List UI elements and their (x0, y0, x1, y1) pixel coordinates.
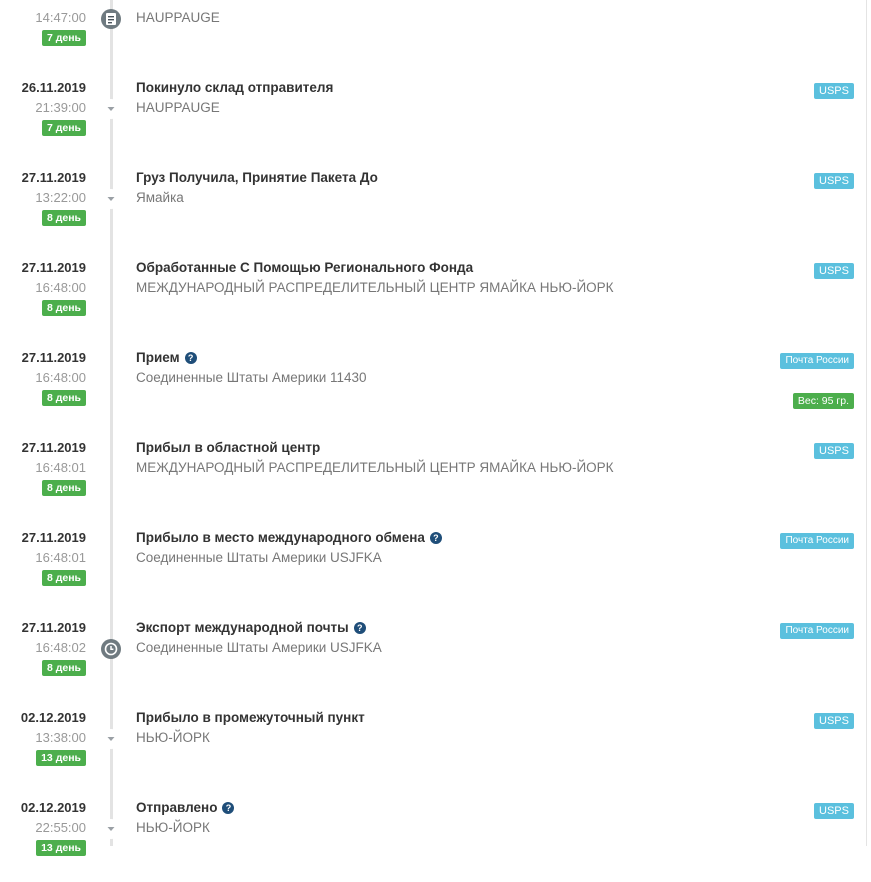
event-date: 27.11.2019 (21, 530, 86, 545)
event-title-text: Обработанные С Помощью Регионального Фон… (136, 260, 474, 275)
event-location: HAUPPAUGE (136, 100, 220, 115)
event-time: 16:48:02 (35, 640, 86, 655)
event-time: 16:48:01 (35, 550, 86, 565)
event-time: 16:48:00 (35, 280, 86, 295)
carrier-badge: USPS (814, 263, 854, 279)
tracking-events-list: 14:47:00 7 день HAUPPAUGE 26.11.2019 21:39:0… (0, 0, 866, 882)
event-title: Прибыл в областной центр (136, 440, 320, 455)
event-location: Соединенные Штаты Америки USJFKA (136, 640, 382, 655)
event-title: Прибыло в промежуточный пункт (136, 710, 365, 725)
day-count-badge: 8 день (41, 390, 86, 406)
day-count-badge: 8 день (41, 660, 86, 676)
event-date: 27.11.2019 (21, 350, 86, 365)
event-location: Соединенные Штаты Америки USJFKA (136, 550, 382, 565)
carrier-badge: USPS (814, 443, 854, 459)
event-title: Отправлено? (136, 800, 235, 815)
event-date: 27.11.2019 (21, 260, 86, 275)
day-count-badge: 13 день (36, 840, 86, 856)
event-location: НЬЮ-ЙОРК (136, 820, 210, 835)
help-icon[interactable]: ? (429, 532, 442, 544)
event-title-text: Прием (136, 350, 180, 365)
event-location: МЕЖДУНАРОДНЫЙ РАСПРЕДЕЛИТЕЛЬНЫЙ ЦЕНТР ЯМ… (136, 460, 614, 475)
event-title: Обработанные С Помощью Регионального Фон… (136, 260, 473, 275)
event-title-text: Груз Получила, Принятие Пакета До (136, 170, 378, 185)
carrier-badge: USPS (814, 173, 854, 189)
clock-icon (101, 639, 121, 659)
help-icon[interactable]: ? (184, 352, 197, 364)
day-count-badge: 7 день (41, 30, 86, 46)
event-date: 27.11.2019 (21, 620, 86, 635)
day-count-badge: 8 день (41, 210, 86, 226)
event-title-text: Прибыло в место международного обмена (136, 530, 425, 545)
help-icon[interactable]: ? (222, 802, 235, 814)
event-date: 02.12.2019 (20, 710, 86, 725)
event-location: Ямайка (136, 190, 184, 205)
carrier-badge: USPS (814, 803, 854, 819)
tracking-event-row: 27.11.2019 16:48:01 8 день Прибыло в место … (0, 522, 866, 612)
day-count-badge: 7 день (41, 120, 86, 136)
tracking-event-row: 26.11.2019 21:39:00 7 день Покинуло склад о… (0, 72, 866, 162)
day-count-badge: 8 день (41, 480, 86, 496)
event-location: НЬЮ-ЙОРК (136, 730, 210, 745)
event-title-text: Отправлено (136, 800, 218, 815)
chevron-down-icon (101, 189, 121, 209)
event-date: 27.11.2019 (21, 440, 86, 455)
event-title: Экспорт международной почты? (136, 620, 366, 635)
weight-badge: Вес: 95 гр. (792, 393, 854, 409)
event-title: Груз Получила, Принятие Пакета До (136, 170, 378, 185)
event-time: 22:55:00 (35, 820, 86, 835)
day-count-badge: 13 день (36, 750, 86, 766)
carrier-badge: Почта России (780, 623, 854, 639)
event-time: 16:48:01 (35, 460, 86, 475)
event-title-text: Прибыл в областной центр (136, 440, 321, 455)
day-count-badge: 8 день (41, 570, 86, 586)
event-time: 14:47:00 (35, 10, 86, 25)
event-date: 02.12.2019 (20, 800, 86, 815)
event-title: Покинуло склад отправителя (136, 80, 333, 95)
chevron-down-icon (101, 99, 121, 119)
tracking-event-row: 14:47:00 7 день HAUPPAUGE (0, 0, 866, 72)
tracking-event-row: 27.11.2019 16:48:00 8 день Прием? Соединенны… (0, 342, 866, 432)
chevron-down-icon (101, 819, 121, 839)
event-title: Прибыло в место международного обмена? (136, 530, 442, 545)
tracking-event-row: 02.12.2019 22:55:00 13 день Отправлено? НЬЮ-… (0, 792, 866, 882)
tracking-event-row: 02.12.2019 13:38:00 13 день Прибыло в проме… (0, 702, 866, 792)
panel-right-border (866, 0, 867, 846)
help-icon[interactable]: ? (353, 622, 366, 634)
tracking-event-row: 27.11.2019 16:48:02 8 день Экспорт междунар… (0, 612, 866, 702)
event-title-text: Экспорт международной почты (136, 620, 349, 635)
event-time: 21:39:00 (35, 100, 86, 115)
tracking-event-row: 27.11.2019 16:48:01 8 день Прибыл в областн… (0, 432, 866, 522)
event-time: 13:38:00 (35, 730, 86, 745)
event-title: Прием? (136, 350, 197, 365)
carrier-badge: USPS (814, 83, 854, 99)
carrier-badge: USPS (814, 713, 854, 729)
event-date: 26.11.2019 (21, 80, 86, 95)
day-count-badge: 8 день (41, 300, 86, 316)
carrier-badge: Почта России (780, 533, 854, 549)
tracking-event-row: 27.11.2019 16:48:00 8 день Обработанные С П… (0, 252, 866, 342)
document-icon (101, 9, 121, 29)
chevron-down-icon (101, 729, 121, 749)
tracking-event-row: 27.11.2019 13:22:00 8 день Груз Получила, П… (0, 162, 866, 252)
event-time: 16:48:00 (35, 370, 86, 385)
carrier-badge: Почта России (780, 353, 854, 369)
event-location: Соединенные Штаты Америки 11430 (136, 370, 367, 385)
event-location: HAUPPAUGE (136, 10, 220, 25)
event-date: 27.11.2019 (21, 170, 86, 185)
event-time: 13:22:00 (35, 190, 86, 205)
event-title-text: Покинуло склад отправителя (136, 80, 334, 95)
event-title-text: Прибыло в промежуточный пункт (136, 710, 365, 725)
event-location: МЕЖДУНАРОДНЫЙ РАСПРЕДЕЛИТЕЛЬНЫЙ ЦЕНТР ЯМ… (136, 280, 614, 295)
